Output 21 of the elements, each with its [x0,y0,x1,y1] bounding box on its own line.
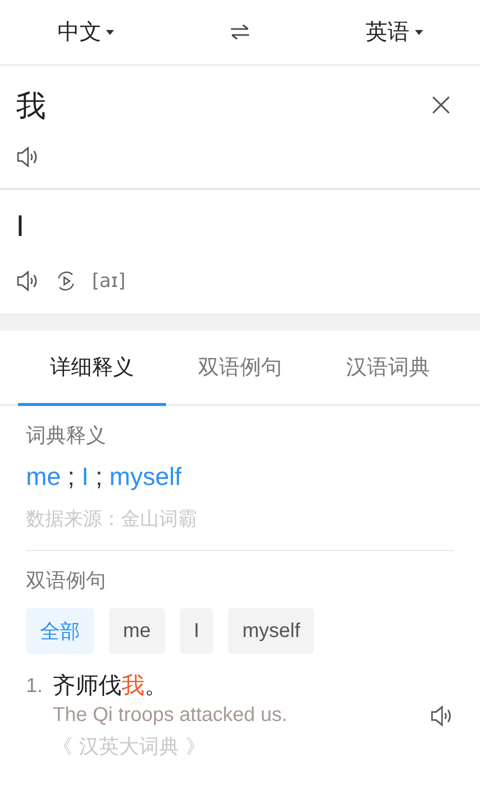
example-sentence: 齐师伐我。 [52,672,168,701]
section-heading: 词典释义 [26,422,106,449]
section-heading: 双语例句 [26,567,106,594]
translation-text: I [16,209,26,245]
example-number: 1. [26,674,43,699]
target-language-dropdown[interactable]: 英语 [366,17,423,47]
definition-text: me ; I ; myself [26,463,182,492]
input-text[interactable]: 我 [16,82,46,132]
tab[interactable]: 详细释义 [18,331,166,406]
filter-chip[interactable]: me [109,608,165,654]
swap-icon[interactable] [228,24,251,40]
filter-chip[interactable]: I [180,608,214,654]
close-icon[interactable] [432,96,450,114]
caret-icon [414,30,423,34]
phonetic-text: [aɪ] [92,270,126,292]
tab[interactable]: 双语例句 [166,331,314,406]
source-language-dropdown[interactable]: 中文 [57,17,114,47]
filter-chip[interactable]: myself [228,608,314,654]
example-translation: The Qi troops attacked us. [52,704,288,727]
caret-icon [106,30,114,34]
tab[interactable]: 汉语词典 [314,331,462,406]
